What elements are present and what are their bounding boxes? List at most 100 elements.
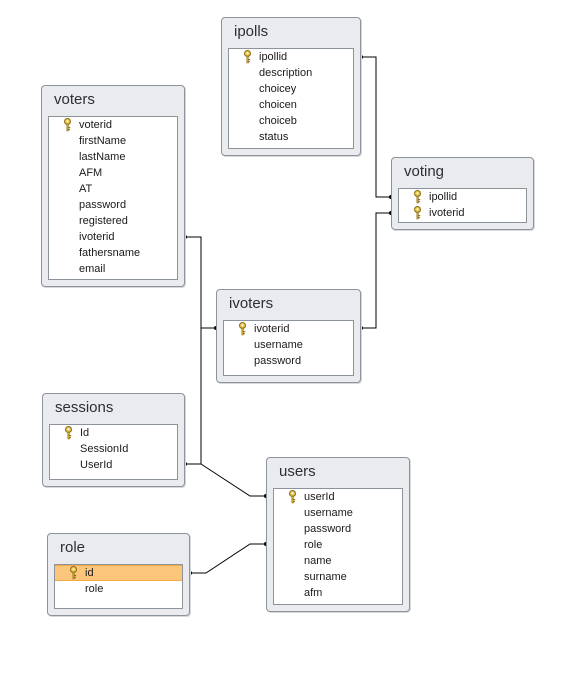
field-name: firstName — [79, 135, 127, 147]
field-row[interactable]: SessionId — [50, 441, 177, 457]
field-name: surname — [304, 571, 347, 583]
table-title: voters — [54, 91, 95, 108]
field-row[interactable]: AT — [49, 181, 177, 197]
field-list: Id SessionId UserId — [49, 424, 178, 480]
field-row[interactable]: id — [55, 565, 182, 581]
primary-key-icon — [238, 322, 247, 336]
table-title: role — [60, 539, 86, 556]
field-row[interactable]: voterid — [49, 117, 177, 133]
field-name: id — [85, 567, 94, 579]
field-name: password — [254, 355, 302, 367]
field-row[interactable]: choiceb — [229, 113, 353, 129]
table-voters[interactable]: voters voterid firstName lastName AFM AT pass… — [41, 85, 185, 287]
field-name: choiceb — [259, 115, 297, 127]
table-sessions[interactable]: sessions Id SessionId UserId — [42, 393, 185, 487]
field-row[interactable]: password — [224, 353, 353, 369]
field-name: ivoterid — [254, 323, 290, 335]
field-name: AFM — [79, 167, 103, 179]
table-role[interactable]: role id role — [47, 533, 190, 616]
table-users[interactable]: users userId username password role name surn… — [266, 457, 410, 612]
field-row[interactable]: afm — [274, 585, 402, 601]
field-row[interactable]: ivoterid — [399, 205, 526, 221]
primary-key-icon — [288, 490, 297, 504]
field-row[interactable]: ipollid — [399, 189, 526, 205]
field-name: password — [79, 199, 127, 211]
field-name: name — [304, 555, 332, 567]
field-name: choicey — [259, 83, 297, 95]
table-voting[interactable]: voting ipollid ivoterid — [391, 157, 534, 230]
primary-key-icon — [63, 118, 72, 132]
relationship-ivoters-voting — [361, 212, 391, 329]
field-name: description — [259, 67, 313, 79]
field-row[interactable]: surname — [274, 569, 402, 585]
field-name: status — [259, 131, 289, 143]
field-row[interactable]: registered — [49, 213, 177, 229]
field-list: voterid firstName lastName AFM AT password reg… — [48, 116, 178, 280]
field-row[interactable]: password — [49, 197, 177, 213]
field-list: userId username password role name surname afm — [273, 488, 403, 605]
field-name: SessionId — [80, 443, 129, 455]
table-title: ipolls — [234, 23, 269, 40]
field-list: ivoterid username password — [223, 320, 354, 376]
field-name: voterid — [79, 119, 113, 131]
field-row[interactable]: ivoterid — [49, 229, 177, 245]
field-name: username — [254, 339, 303, 351]
field-row[interactable]: AFM — [49, 165, 177, 181]
field-row[interactable]: UserId — [50, 457, 177, 473]
field-list: ipollid description choicey choicen choiceb s… — [228, 48, 354, 149]
field-row[interactable]: email — [49, 261, 177, 277]
field-name: ipollid — [429, 191, 458, 203]
field-row[interactable]: fathersname — [49, 245, 177, 261]
table-ipolls[interactable]: ipolls ipollid description choicey choicen c… — [221, 17, 361, 156]
primary-key-icon — [413, 206, 422, 220]
field-row[interactable]: ivoterid — [224, 321, 353, 337]
field-name: ivoterid — [79, 231, 115, 243]
primary-key-icon — [64, 426, 73, 440]
field-name: AT — [79, 183, 93, 195]
field-row[interactable]: password — [274, 521, 402, 537]
primary-key-icon — [413, 190, 422, 204]
relationship-sessions-voters — [185, 328, 202, 465]
field-name: email — [79, 263, 106, 275]
field-name: lastName — [79, 151, 126, 163]
field-name: Id — [80, 427, 90, 439]
relationship-ipolls-voting — [361, 56, 391, 198]
relationships-canvas: ipolls ipollid description choicey choicen c… — [0, 0, 564, 673]
field-row[interactable]: status — [229, 129, 353, 145]
field-row[interactable]: description — [229, 65, 353, 81]
field-row[interactable]: choicey — [229, 81, 353, 97]
field-row[interactable]: firstName — [49, 133, 177, 149]
field-row[interactable]: userId — [274, 489, 402, 505]
field-row[interactable]: role — [55, 581, 182, 597]
field-row[interactable]: Id — [50, 425, 177, 441]
field-list: ipollid ivoterid — [398, 188, 527, 223]
table-ivoters[interactable]: ivoters ivoterid username password — [216, 289, 361, 383]
field-row[interactable]: username — [224, 337, 353, 353]
relationship-voters-ivoters — [185, 236, 216, 329]
table-title: ivoters — [229, 295, 274, 312]
field-name: role — [304, 539, 323, 551]
primary-key-icon — [243, 50, 252, 64]
field-row[interactable]: username — [274, 505, 402, 521]
field-name: ipollid — [259, 51, 288, 63]
relationship-role-users — [190, 543, 266, 574]
field-name: afm — [304, 587, 323, 599]
field-name: UserId — [80, 459, 113, 471]
table-title: sessions — [55, 399, 114, 416]
field-name: password — [304, 523, 352, 535]
field-name: ivoterid — [429, 207, 465, 219]
field-name: choicen — [259, 99, 297, 111]
field-row[interactable]: name — [274, 553, 402, 569]
table-title: users — [279, 463, 316, 480]
field-name: userId — [304, 491, 335, 503]
field-name: fathersname — [79, 247, 141, 259]
field-name: role — [85, 583, 104, 595]
field-list: id role — [54, 564, 183, 609]
field-row[interactable]: role — [274, 537, 402, 553]
field-row[interactable]: lastName — [49, 149, 177, 165]
field-name: username — [304, 507, 353, 519]
field-row[interactable]: choicen — [229, 97, 353, 113]
primary-key-icon — [69, 566, 78, 580]
table-title: voting — [404, 163, 445, 180]
field-row[interactable]: ipollid — [229, 49, 353, 65]
